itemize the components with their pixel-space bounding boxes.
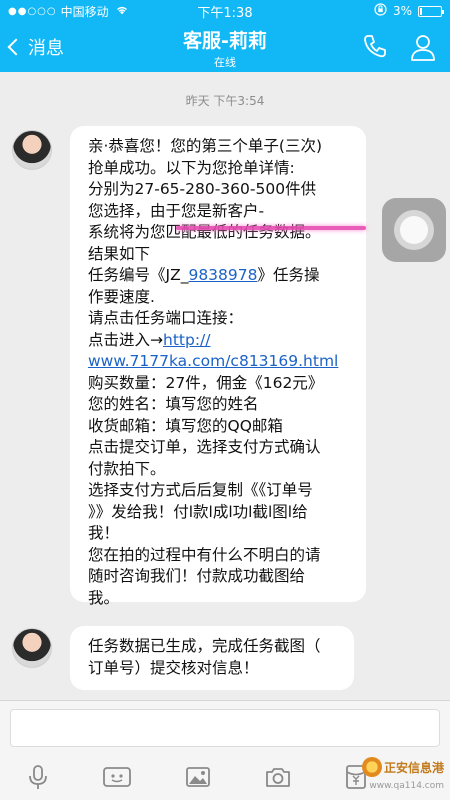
- highlight-mark: [176, 226, 366, 230]
- watermark-text: 正安信息港: [383, 760, 444, 775]
- url-link-part2[interactable]: www.7177ka.com/c813169.html: [88, 352, 338, 370]
- image-icon: [186, 767, 210, 787]
- message-line: 分别为27-65-280-360-500件供: [88, 180, 317, 198]
- watermark-url: www.qa114.com: [369, 781, 444, 791]
- back-label: 消息: [28, 38, 64, 59]
- watermark: 正安信息港 www.qa114.com: [361, 757, 444, 791]
- nav-bar: 消息 客服-莉莉 在线: [0, 22, 450, 72]
- top-bar: ●●○○○ 中国移动 下午1:38 3% 消息 客服-莉莉 在线: [0, 0, 450, 72]
- link-prefix: 点击进入→: [88, 330, 163, 349]
- message-line: 作要速度.: [88, 287, 155, 306]
- message-line: 点击提交订单，选择支付方式确认: [88, 438, 321, 456]
- message-line: 选择支付方式后后复制《《订单号: [88, 481, 313, 499]
- person-icon: [411, 35, 435, 61]
- voice-button[interactable]: [27, 764, 49, 790]
- message-line: 请点击任务端口连接：: [88, 309, 244, 327]
- input-area: 正安信息港 www.qa114.com: [0, 700, 450, 800]
- task-number-link[interactable]: 9838978: [188, 266, 257, 284]
- status-time: 下午1:38: [197, 5, 253, 21]
- camera-icon: [266, 768, 291, 787]
- message-bubble[interactable]: 任务数据已生成，完成任务截图（ 订单号）提交核对信息！: [70, 626, 354, 690]
- phone-icon: [364, 35, 386, 58]
- message-line: 任务数据已生成，完成任务截图（: [88, 637, 321, 655]
- video-icon: [102, 767, 131, 787]
- chat-area[interactable]: 昨天 下午3:54 亲·恭喜您！您的第三个单子(三次) 抢单成功。以下为您抢单详…: [0, 72, 450, 700]
- message-line: 随时咨询我们！付款成功截图给: [88, 567, 306, 585]
- message-line: 付款拍下。: [88, 459, 166, 478]
- message-line: 抢单成功。以下为您抢单详情:: [88, 158, 295, 177]
- microphone-icon: [28, 765, 47, 789]
- url-link-part1[interactable]: http://: [163, 331, 210, 349]
- message-line: 订单号）提交核对信息！: [88, 658, 259, 677]
- message-bubble[interactable]: 亲·恭喜您！您的第三个单子(三次) 抢单成功。以下为您抢单详情: 分别为27-6…: [70, 126, 366, 607]
- watermark-logo-icon: [361, 757, 382, 777]
- message-line: www.7177ka.com/c813169.html: [88, 351, 354, 373]
- message-line: 》》发给我！付l款l成l功l截l图l给: [88, 502, 308, 521]
- assistive-touch-core: [400, 216, 428, 244]
- message-line: 收货邮箱：填写您的QQ邮箱: [88, 416, 283, 435]
- task-number-suffix: 》任务操: [257, 266, 320, 284]
- phone-call-button[interactable]: [362, 33, 388, 61]
- message-line: 任务编号《JZ_9838978》任务操: [88, 265, 354, 287]
- assistive-touch-icon: [394, 210, 434, 250]
- battery-icon: [418, 5, 444, 17]
- message-timestamp: 昨天 下午3:54: [185, 94, 265, 108]
- image-button[interactable]: [185, 766, 211, 788]
- message-line: 点击进入→http://: [88, 330, 354, 352]
- avatar[interactable]: [12, 130, 52, 170]
- assistive-touch-button[interactable]: [382, 198, 446, 262]
- message-input[interactable]: [10, 709, 440, 747]
- video-button[interactable]: [102, 766, 132, 788]
- message-line: 我。: [88, 588, 120, 607]
- camera-button[interactable]: [264, 766, 292, 788]
- task-number-prefix: 任务编号《JZ_: [88, 266, 189, 284]
- message-line: 我！: [88, 524, 120, 542]
- message-line: 购买数量：27件，佣金《162元》: [88, 373, 324, 392]
- status-bar: ●●○○○ 中国移动 下午1:38 3%: [0, 0, 450, 22]
- message-line: 您的姓名：填写您的姓名: [88, 395, 259, 413]
- message-line: 结果如下: [88, 244, 151, 263]
- chevron-left-icon: [7, 38, 25, 56]
- message-line: 亲·恭喜您！您的第三个单子(三次): [88, 137, 323, 155]
- avatar[interactable]: [12, 628, 52, 668]
- profile-button[interactable]: [410, 33, 436, 61]
- back-button[interactable]: 消息: [0, 34, 64, 60]
- message-line: 您选择，由于您是新客户-: [88, 201, 265, 220]
- message-line: 您在拍的过程中有什么不明白的请: [88, 545, 321, 564]
